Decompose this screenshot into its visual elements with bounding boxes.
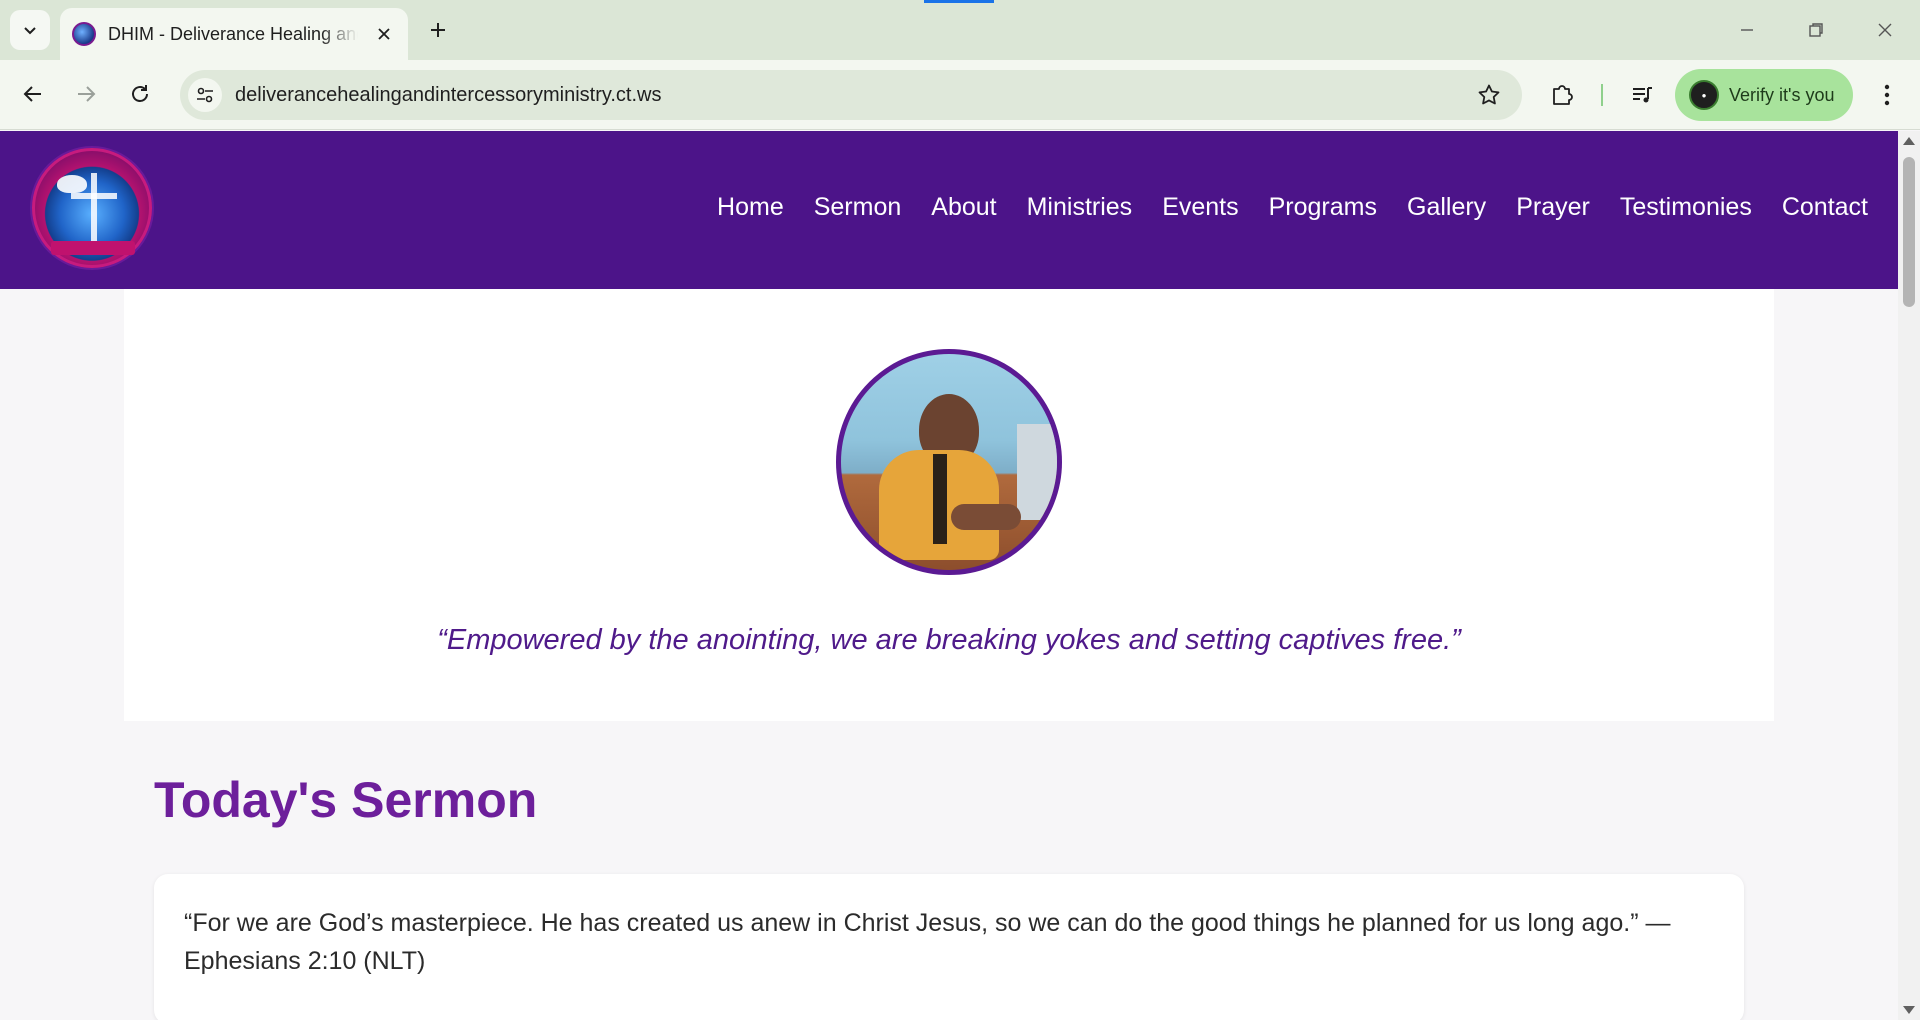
nav-link-about[interactable]: About	[931, 193, 996, 222]
tab-close-button[interactable]	[372, 22, 396, 46]
tab-search-button[interactable]	[10, 10, 50, 50]
sermon-card: “For we are God’s masterpiece. He has cr…	[154, 874, 1744, 1020]
sermon-heading: Today's Sermon	[154, 772, 538, 828]
browser-tab-bar: DHIM - Deliverance Healing and Intercess…	[0, 0, 1920, 60]
verify-label: Verify it's you	[1729, 84, 1835, 105]
puzzle-icon	[1553, 85, 1573, 105]
scroll-down-arrow-icon[interactable]	[1903, 1006, 1915, 1014]
photo-shelf	[1017, 424, 1057, 520]
tune-icon	[197, 87, 213, 103]
logo-banner	[51, 241, 135, 255]
extensions-button[interactable]	[1544, 77, 1580, 113]
media-control-button[interactable]	[1624, 77, 1660, 113]
nav-link-contact[interactable]: Contact	[1782, 193, 1868, 222]
minimize-button[interactable]	[1725, 10, 1769, 50]
activity-indicator	[924, 0, 994, 3]
pastor-photo	[836, 349, 1062, 575]
close-icon	[378, 28, 390, 40]
more-vertical-icon	[1884, 84, 1890, 106]
back-button[interactable]	[13, 74, 53, 114]
ministry-logo[interactable]	[32, 148, 152, 268]
reload-icon	[132, 85, 148, 102]
address-bar[interactable]: deliverancehealingandintercessoryministr…	[180, 70, 1522, 120]
scrollbar-thumb[interactable]	[1903, 157, 1915, 307]
reload-button[interactable]	[120, 74, 160, 114]
browser-toolbar: deliverancehealingandintercessoryministr…	[0, 60, 1920, 130]
tab-title: DHIM - Deliverance Healing and Intercess…	[108, 23, 358, 44]
site-header: Home Sermon About Ministries Events Prog…	[0, 131, 1898, 289]
restore-icon	[1809, 23, 1823, 37]
site-info-button[interactable]	[188, 78, 222, 112]
site-favicon-icon	[72, 22, 96, 46]
profile-avatar-icon: ●	[1689, 80, 1719, 110]
url-text[interactable]: deliverancehealingandintercessoryministr…	[235, 84, 661, 107]
nav-link-testimonies[interactable]: Testimonies	[1620, 193, 1752, 222]
close-icon	[1878, 23, 1892, 37]
verify-identity-button[interactable]: ● Verify it's you	[1675, 69, 1853, 121]
scroll-up-arrow-icon[interactable]	[1903, 137, 1915, 145]
chevron-down-icon	[24, 27, 36, 35]
new-tab-button[interactable]	[422, 14, 454, 46]
nav-link-gallery[interactable]: Gallery	[1407, 193, 1486, 222]
browser-tab[interactable]: DHIM - Deliverance Healing and Intercess…	[60, 8, 408, 60]
hero-section: “Empowered by the anointing, we are brea…	[124, 289, 1774, 721]
nav-link-ministries[interactable]: Ministries	[1027, 193, 1133, 222]
toolbar-divider	[1601, 84, 1603, 106]
nav-link-programs[interactable]: Programs	[1269, 193, 1377, 222]
minimize-icon	[1741, 29, 1753, 31]
sermon-text: “For we are God’s masterpiece. He has cr…	[184, 909, 1671, 975]
photo-hands	[951, 504, 1021, 530]
logo-dove-icon	[57, 175, 87, 193]
browser-menu-button[interactable]	[1872, 77, 1902, 113]
bookmark-button[interactable]	[1476, 82, 1502, 108]
main-navigation: Home Sermon About Ministries Events Prog…	[687, 193, 1868, 222]
forward-button[interactable]	[66, 74, 106, 114]
queue-music-icon	[1633, 87, 1652, 103]
nav-link-events[interactable]: Events	[1162, 193, 1238, 222]
page-viewport: Home Sermon About Ministries Events Prog…	[0, 131, 1898, 1020]
logo-cross-icon	[91, 173, 97, 243]
hero-quote: “Empowered by the anointing, we are brea…	[437, 624, 1461, 656]
nav-link-sermon[interactable]: Sermon	[814, 193, 902, 222]
logo-cross-bar	[71, 193, 117, 199]
arrow-right-icon	[78, 86, 96, 102]
close-window-button[interactable]	[1863, 10, 1907, 50]
star-icon	[1478, 84, 1500, 105]
nav-link-prayer[interactable]: Prayer	[1516, 193, 1590, 222]
nav-link-home[interactable]: Home	[717, 193, 784, 222]
arrow-left-icon	[23, 86, 41, 102]
plus-icon	[431, 23, 445, 37]
restore-button[interactable]	[1794, 10, 1838, 50]
photo-shirt-stripe	[933, 454, 947, 544]
page-scrollbar[interactable]	[1898, 131, 1920, 1020]
